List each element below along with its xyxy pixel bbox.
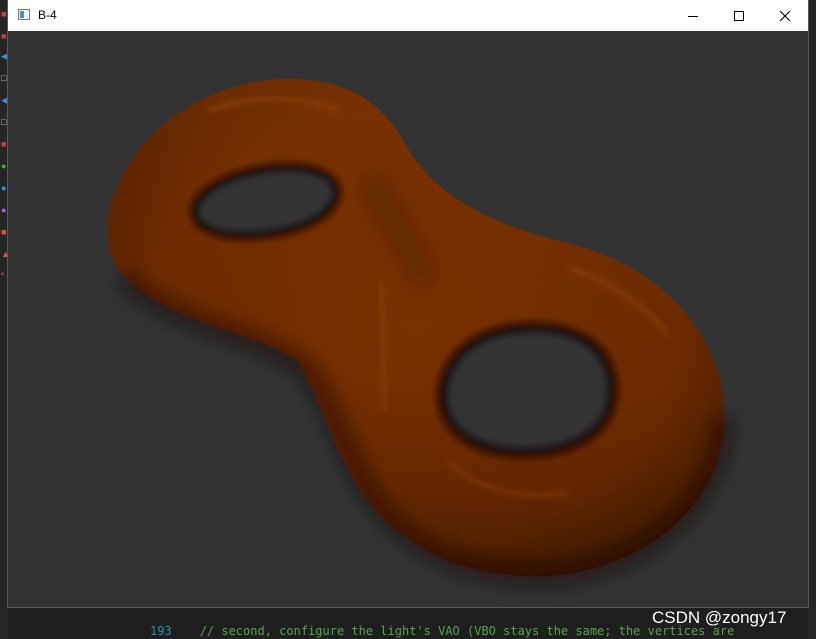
editor-gutter-strip: ■ ■ ◀ □ ◀ □ ■ ● ● ● ■ ▲ • bbox=[0, 0, 10, 639]
window-title: B-4 bbox=[38, 8, 57, 22]
line-number: 193 bbox=[150, 624, 172, 638]
close-button[interactable] bbox=[762, 0, 808, 31]
warning-icon: ▲ bbox=[1, 249, 10, 259]
double-torus-render bbox=[107, 78, 733, 586]
minimize-button[interactable] bbox=[670, 0, 716, 31]
close-icon bbox=[779, 10, 791, 21]
collapse-icon: ◀ bbox=[1, 95, 8, 105]
editor-scrollbar-strip bbox=[808, 0, 816, 639]
file-icon: □ bbox=[1, 117, 7, 127]
minimize-icon bbox=[688, 15, 698, 17]
status-icon: ● bbox=[1, 161, 7, 171]
watermark-text: CSDN @zongy17 bbox=[652, 608, 787, 627]
status-icon: ● bbox=[1, 183, 7, 193]
torus-hole-lower bbox=[435, 320, 619, 460]
breakpoint-icon: ■ bbox=[1, 31, 7, 41]
status-icon: ● bbox=[1, 205, 7, 215]
maximize-icon bbox=[734, 10, 744, 21]
breakpoint-icon: • bbox=[1, 269, 5, 279]
collapse-icon: ◀ bbox=[1, 51, 8, 61]
file-icon: □ bbox=[1, 73, 7, 83]
status-icon: ■ bbox=[1, 227, 7, 237]
render-viewport[interactable] bbox=[8, 31, 808, 607]
breakpoint-icon: ■ bbox=[1, 9, 7, 19]
app-icon bbox=[18, 9, 30, 20]
app-window: B-4 bbox=[8, 0, 808, 607]
torus-body bbox=[107, 78, 733, 586]
breakpoint-icon: ■ bbox=[1, 139, 7, 149]
title-bar[interactable]: B-4 bbox=[8, 0, 808, 32]
maximize-button[interactable] bbox=[716, 0, 762, 31]
